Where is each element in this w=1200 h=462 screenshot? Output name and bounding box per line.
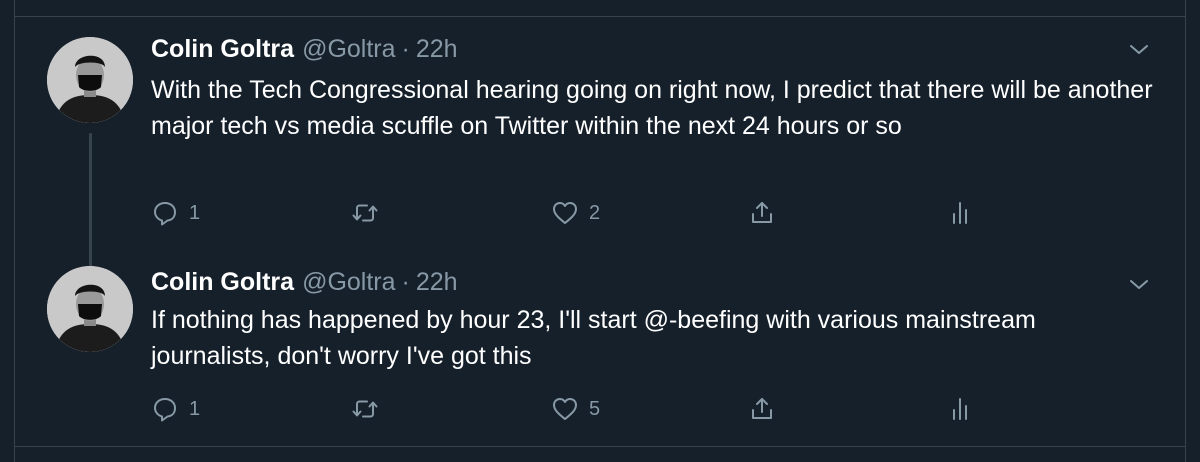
analytics-button[interactable] bbox=[946, 198, 974, 228]
timestamp[interactable]: 22h bbox=[416, 35, 458, 63]
tweet-actions: 1 5 bbox=[151, 394, 1151, 424]
separator-dot: · bbox=[401, 268, 410, 296]
heart-icon bbox=[553, 202, 577, 224]
like-count: 5 bbox=[589, 397, 601, 420]
like-button[interactable]: 2 bbox=[551, 198, 600, 228]
more-options-button[interactable] bbox=[1127, 38, 1151, 62]
timestamp[interactable]: 22h bbox=[416, 268, 458, 296]
reply-count: 1 bbox=[189, 397, 201, 420]
display-name[interactable]: Colin Goltra bbox=[151, 35, 294, 63]
reply-button[interactable]: 1 bbox=[151, 394, 200, 424]
retweet-button[interactable] bbox=[351, 394, 389, 424]
separator-dot: · bbox=[401, 35, 410, 63]
like-count: 2 bbox=[589, 201, 601, 224]
display-name[interactable]: Colin Goltra bbox=[151, 268, 294, 296]
timeline-divider-bottom bbox=[14, 446, 1186, 447]
tweet-header: Colin Goltra @Goltra · 22h bbox=[151, 267, 458, 297]
reply-button[interactable]: 1 bbox=[151, 198, 200, 228]
timeline-border-right bbox=[1185, 0, 1186, 462]
reply-count: 1 bbox=[189, 201, 201, 224]
share-icon bbox=[752, 398, 772, 419]
user-handle[interactable]: @Goltra bbox=[302, 268, 395, 296]
tweet-text: With the Tech Congressional hearing goin… bbox=[151, 76, 1153, 140]
avatar[interactable] bbox=[47, 37, 133, 123]
share-icon bbox=[752, 202, 772, 223]
tweet-text: If nothing has happened by hour 23, I'll… bbox=[151, 306, 1036, 370]
like-button[interactable]: 5 bbox=[551, 394, 600, 424]
share-button[interactable] bbox=[748, 394, 776, 424]
chevron-down-icon bbox=[1130, 280, 1148, 289]
tweet-2[interactable]: Colin Goltra @Goltra · 22h If nothing has h… bbox=[15, 259, 1185, 446]
analytics-icon bbox=[953, 398, 967, 420]
retweet-icon bbox=[352, 400, 378, 418]
chevron-down-icon bbox=[1130, 45, 1148, 54]
more-options-button[interactable] bbox=[1127, 273, 1151, 297]
user-handle[interactable]: @Goltra bbox=[302, 35, 395, 63]
reply-icon bbox=[154, 202, 176, 226]
heart-icon bbox=[553, 398, 577, 420]
thread-connector-line bbox=[89, 133, 92, 269]
analytics-button[interactable] bbox=[946, 394, 974, 424]
retweet-icon bbox=[352, 204, 378, 222]
share-button[interactable] bbox=[748, 198, 776, 228]
tweet-header: Colin Goltra @Goltra · 22h bbox=[151, 34, 458, 64]
analytics-icon bbox=[953, 202, 967, 224]
avatar[interactable] bbox=[47, 266, 133, 352]
retweet-button[interactable] bbox=[351, 198, 389, 228]
tweet-1[interactable]: Colin Goltra @Goltra · 22h With the Tech Co… bbox=[15, 17, 1185, 269]
tweet-actions: 1 2 bbox=[151, 198, 1151, 228]
reply-icon bbox=[154, 398, 176, 422]
